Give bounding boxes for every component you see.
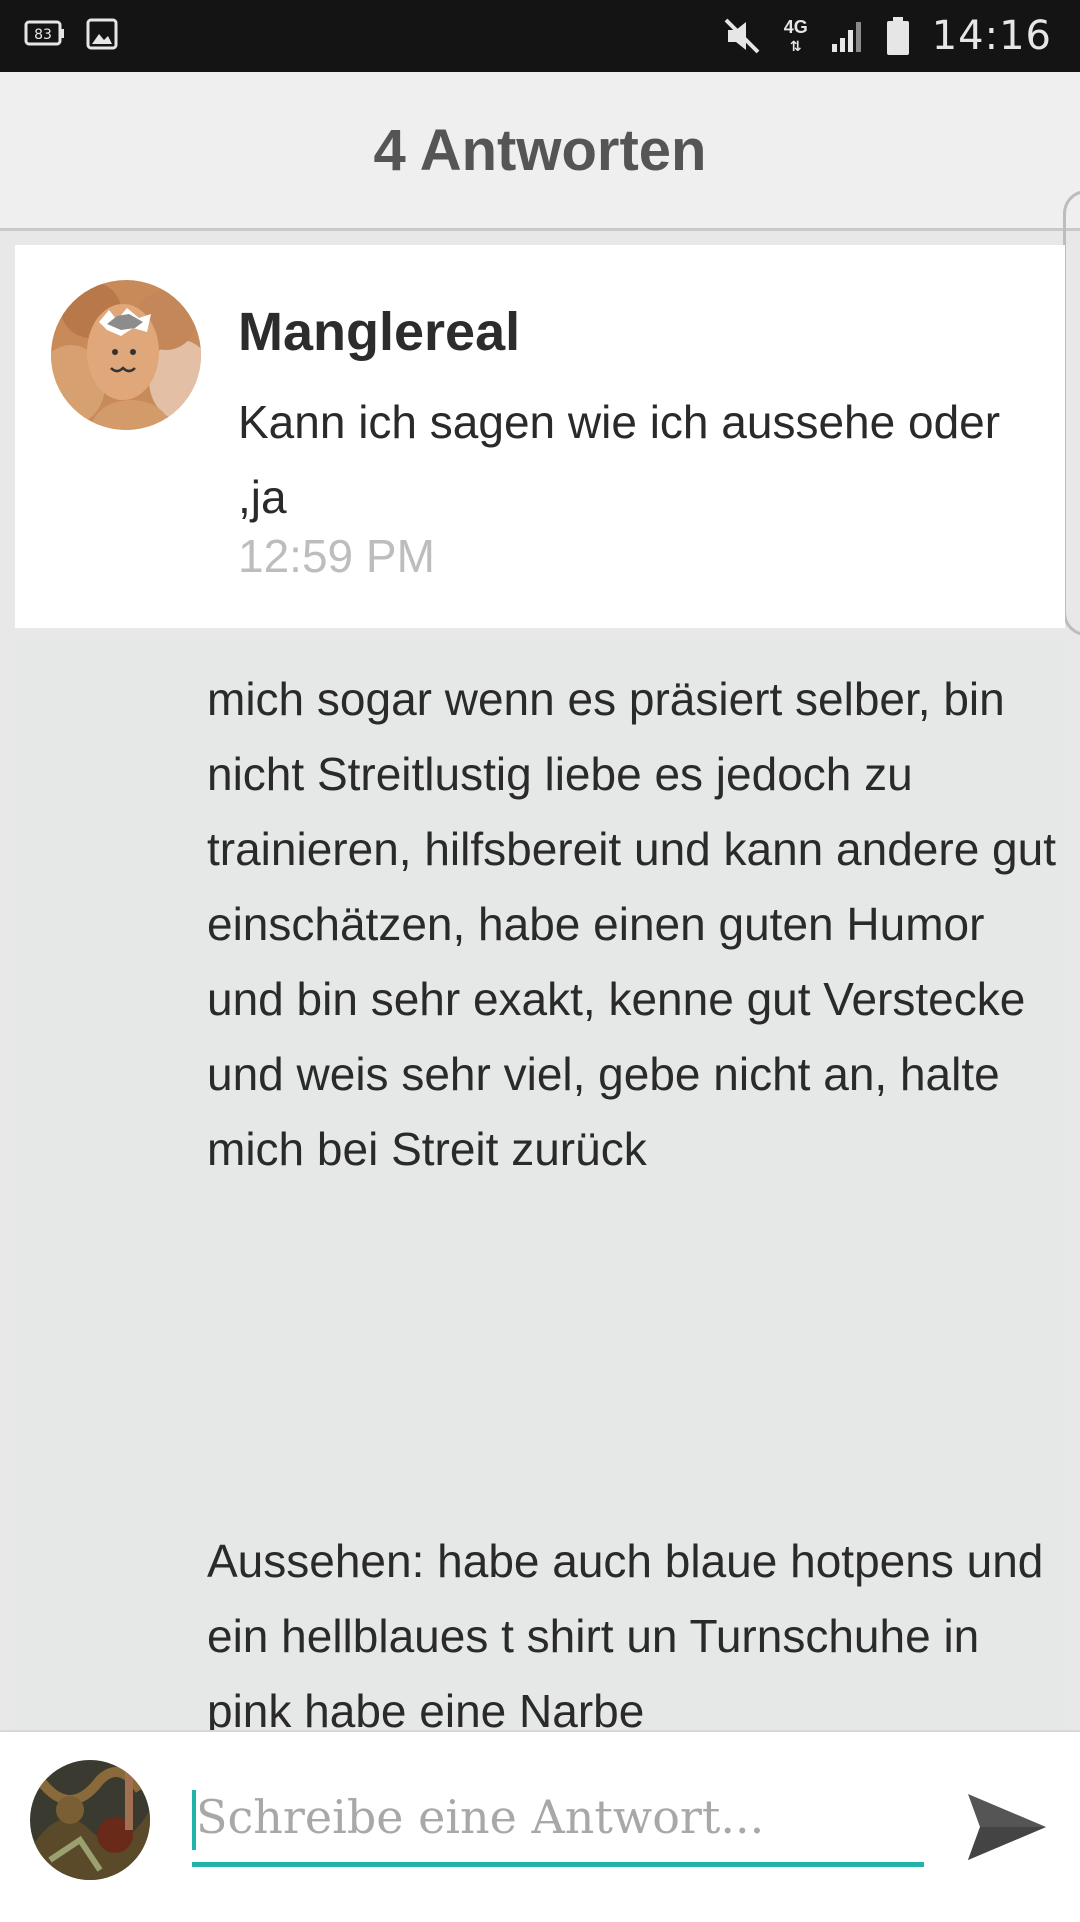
comment-text: Kann ich sagen wie ich aussehe oder ,ja xyxy=(238,396,1001,523)
status-time: 14:16 xyxy=(931,13,1052,59)
text-caret xyxy=(192,1790,196,1850)
reply-composer xyxy=(0,1730,1080,1922)
mute-icon xyxy=(724,18,760,54)
comment-author[interactable]: Manglereal xyxy=(238,301,520,363)
network-type: 4G ⇅ xyxy=(783,16,808,54)
reply-text-appearance: Aussehen: habe auch blaue hotpens und ei… xyxy=(207,1535,1044,1737)
reply-input[interactable] xyxy=(192,1772,924,1867)
reply-area: mich sogar wenn es präsiert selber, bin … xyxy=(15,640,1065,1737)
battery-icon xyxy=(886,17,909,55)
egg-avatar-image xyxy=(51,280,201,430)
send-icon[interactable] xyxy=(962,1782,1052,1872)
user-avatar[interactable] xyxy=(30,1760,150,1880)
status-bar-left: 83 xyxy=(24,18,118,50)
image-icon xyxy=(86,18,118,50)
screen-edge-curve xyxy=(1063,190,1080,636)
reply-text: mich sogar wenn es präsiert selber, bin … xyxy=(207,673,1057,1175)
comment-timestamp: 12:59 PM xyxy=(238,530,435,582)
avatar[interactable] xyxy=(51,280,201,430)
status-bar-right: 4G ⇅ 14:16 xyxy=(722,10,1052,62)
status-badge: 83 xyxy=(34,27,52,43)
status-bar: 83 4G ⇅ 14:16 xyxy=(0,0,1080,72)
user-avatar-image xyxy=(30,1760,150,1880)
battery-saver-icon: 83 xyxy=(24,20,64,46)
page-title: 4 Antworten xyxy=(373,117,707,183)
signal-icon xyxy=(831,22,861,52)
comment-card[interactable]: Manglereal Kann ich sagen wie ich ausseh… xyxy=(15,245,1065,628)
header: 4 Antworten xyxy=(0,72,1080,231)
